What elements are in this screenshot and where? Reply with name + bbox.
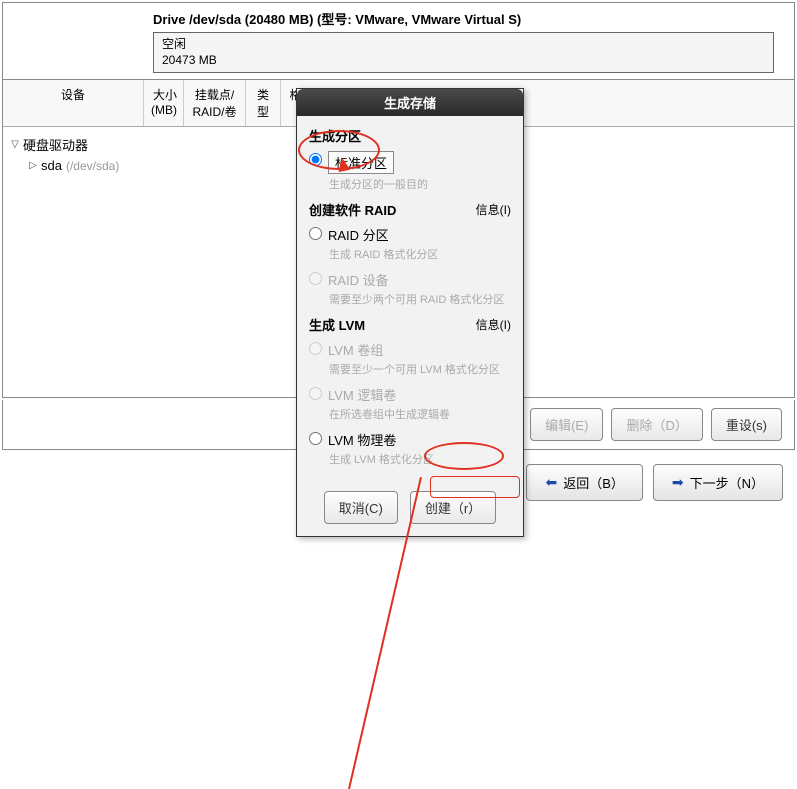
col-device[interactable]: 设备 [3,80,143,126]
next-button[interactable]: ➡ 下一步（N） [653,464,783,501]
tree-child-path: (/dev/sda) [66,159,119,173]
standard-desc: 生成分区的一般目的 [329,176,511,192]
radio-lvm-pv-input[interactable] [309,432,322,445]
radio-standard-partition[interactable]: 标准分区 [309,151,511,174]
raid-device-desc: 需要至少两个可用 RAID 格式化分区 [329,291,511,307]
lvm-vg-desc: 需要至少一个可用 LVM 格式化分区 [329,361,511,377]
lvm-lv-desc: 在所选卷组中生成逻辑卷 [329,406,511,422]
tree-child-label: sda [41,158,62,173]
lvm-info-link[interactable]: 信息(I) [476,316,511,333]
dialog-cancel-button[interactable]: 取消(C) [324,491,398,524]
radio-raid-device-input [309,272,322,285]
radio-lvm-pv[interactable]: LVM 物理卷 [309,430,511,449]
radio-lvm-pv-label: LVM 物理卷 [328,430,396,449]
radio-lvm-lv-label: LVM 逻辑卷 [328,385,396,404]
radio-standard-input[interactable] [309,153,322,166]
tree-expand-icon[interactable]: ▷ [25,160,41,171]
next-label: 下一步（N） [690,473,764,492]
radio-lvm-vg-input [309,342,322,355]
drive-free-bar[interactable]: 空闲 20473 MB [153,32,774,73]
arrow-left-icon: ⬅ [545,474,557,491]
col-mount[interactable]: 挂载点/ RAID/卷 [183,80,245,126]
radio-raid-partition-label: RAID 分区 [328,225,389,244]
free-size: 20473 MB [162,53,765,69]
dialog-title: 生成存储 [297,89,523,116]
radio-lvm-vg: LVM 卷组 [309,340,511,359]
section-partition: 生成分区 [309,126,511,145]
create-storage-dialog: 生成存储 生成分区 标准分区 生成分区的一般目的 创建软件 RAID 信息(I)… [296,88,524,537]
radio-standard-label: 标准分区 [328,151,394,174]
col-size[interactable]: 大小 (MB) [143,80,183,126]
dialog-create-button[interactable]: 创建（r） [410,491,496,524]
drive-header: Drive /dev/sda (20480 MB) (型号: VMware, V… [3,3,794,79]
radio-raid-partition[interactable]: RAID 分区 [309,225,511,244]
radio-lvm-lv: LVM 逻辑卷 [309,385,511,404]
delete-button: 删除（D） [611,408,702,441]
tree-root-label: 硬盘驱动器 [23,135,88,154]
radio-lvm-lv-input [309,387,322,400]
section-lvm: 生成 LVM 信息(I) [309,315,511,334]
radio-lvm-vg-label: LVM 卷组 [328,340,383,359]
reset-button[interactable]: 重设(s) [711,408,782,441]
raid-info-link[interactable]: 信息(I) [476,201,511,218]
section-raid: 创建软件 RAID 信息(I) [309,200,511,219]
dialog-buttons: 取消(C) 创建（r） [297,483,523,536]
radio-raid-device: RAID 设备 [309,270,511,289]
edit-button: 编辑(E) [530,408,603,441]
col-type[interactable]: 类型 [245,80,280,126]
arrow-right-icon: ➡ [672,474,684,491]
raid-partition-desc: 生成 RAID 格式化分区 [329,246,511,262]
dialog-body: 生成分区 标准分区 生成分区的一般目的 创建软件 RAID 信息(I) RAID… [297,116,523,483]
back-label: 返回（B） [563,473,624,492]
lvm-pv-desc: 生成 LVM 格式化分区 [329,451,511,467]
radio-raid-device-label: RAID 设备 [328,270,389,289]
radio-raid-partition-input[interactable] [309,227,322,240]
drive-title: Drive /dev/sda (20480 MB) (型号: VMware, V… [153,9,784,28]
back-button[interactable]: ⬅ 返回（B） [526,464,642,501]
free-label: 空闲 [162,37,765,53]
tree-collapse-icon[interactable]: ▽ [7,139,23,150]
